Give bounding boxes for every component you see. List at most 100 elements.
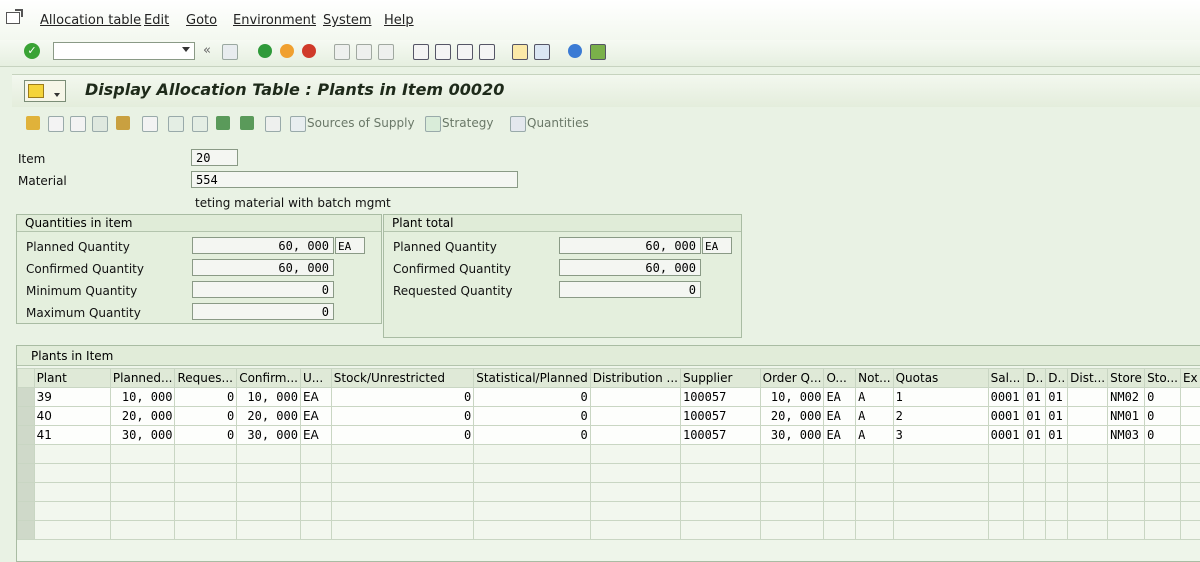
table-cell[interactable]: 10, 000: [237, 388, 301, 407]
table-row[interactable]: [18, 483, 1200, 502]
table-cell[interactable]: [1068, 445, 1108, 464]
table-cell[interactable]: [175, 521, 237, 540]
table-cell[interactable]: [1108, 521, 1145, 540]
table-cell[interactable]: 10, 000: [110, 388, 175, 407]
table-cell[interactable]: [590, 426, 680, 445]
column-header[interactable]: Stock/Unrestricted: [331, 369, 473, 388]
table-cell[interactable]: [893, 483, 988, 502]
row-selector[interactable]: [18, 445, 35, 464]
table-cell[interactable]: [760, 521, 824, 540]
table-cell[interactable]: [474, 464, 590, 483]
create-icon[interactable]: [48, 116, 64, 132]
table-cell[interactable]: [237, 502, 301, 521]
table-cell[interactable]: 01: [1024, 426, 1046, 445]
table-cell[interactable]: [824, 483, 856, 502]
chevron-down-icon[interactable]: [182, 47, 190, 52]
qi-confirmed-field[interactable]: 60, 000: [192, 259, 334, 276]
qi-planned-unit[interactable]: EA: [335, 237, 365, 254]
strategy-icon[interactable]: [425, 116, 441, 132]
column-header[interactable]: Store: [1108, 369, 1145, 388]
table-cell[interactable]: 0: [331, 426, 473, 445]
table-cell[interactable]: [34, 464, 110, 483]
table-cell[interactable]: 0: [1145, 426, 1181, 445]
table-cell[interactable]: [988, 464, 1024, 483]
command-field[interactable]: [53, 42, 195, 60]
table-cell[interactable]: [1024, 521, 1046, 540]
find-icon[interactable]: [356, 44, 372, 60]
cancel-icon[interactable]: [302, 44, 316, 58]
table-cell[interactable]: NM01: [1108, 407, 1145, 426]
pt-requested-field[interactable]: 0: [559, 281, 701, 298]
table-cell[interactable]: [331, 464, 473, 483]
table-cell[interactable]: [1145, 483, 1181, 502]
table-cell[interactable]: EA: [300, 388, 331, 407]
strategy-button[interactable]: Strategy: [442, 116, 493, 130]
table-cell[interactable]: 39: [34, 388, 110, 407]
column-header[interactable]: Order Q...: [760, 369, 824, 388]
table-cell[interactable]: [590, 464, 680, 483]
table-cell[interactable]: [988, 502, 1024, 521]
row-selector[interactable]: [18, 464, 35, 483]
item-field[interactable]: 20: [191, 149, 238, 166]
table-cell[interactable]: 0: [1145, 388, 1181, 407]
table-row[interactable]: [18, 464, 1200, 483]
row-selector[interactable]: [18, 407, 35, 426]
column-header[interactable]: O...: [824, 369, 856, 388]
first-page-icon[interactable]: [413, 44, 429, 60]
row-selector[interactable]: [18, 426, 35, 445]
column-header[interactable]: Statistical/Planned: [474, 369, 590, 388]
table-cell[interactable]: [474, 483, 590, 502]
back-icon[interactable]: [258, 44, 272, 58]
table-cell[interactable]: [1180, 445, 1200, 464]
table-cell[interactable]: [1046, 445, 1068, 464]
table-cell[interactable]: [1108, 445, 1145, 464]
table-cell[interactable]: [590, 502, 680, 521]
table-cell[interactable]: 2: [893, 407, 988, 426]
table-cell[interactable]: EA: [300, 407, 331, 426]
help-icon[interactable]: [568, 44, 582, 58]
table-cell[interactable]: [1108, 483, 1145, 502]
table-cell[interactable]: [680, 521, 760, 540]
table-cell[interactable]: [1068, 464, 1108, 483]
table-cell[interactable]: [1068, 407, 1108, 426]
binoculars-icon[interactable]: [290, 116, 306, 132]
table-cell[interactable]: 0: [331, 407, 473, 426]
table-cell[interactable]: 01: [1046, 426, 1068, 445]
column-header[interactable]: D..: [1046, 369, 1068, 388]
table-cell[interactable]: [331, 502, 473, 521]
shortcut-icon[interactable]: [534, 44, 550, 60]
table-cell[interactable]: 3: [893, 426, 988, 445]
table-cell[interactable]: 01: [1024, 407, 1046, 426]
table-cell[interactable]: [1108, 502, 1145, 521]
table-cell[interactable]: [893, 464, 988, 483]
table-row[interactable]: 3910, 000010, 000EA0010005710, 000EAA100…: [18, 388, 1200, 407]
detail-icon[interactable]: [92, 116, 108, 132]
table-cell[interactable]: A: [856, 388, 893, 407]
table-cell[interactable]: [824, 502, 856, 521]
table-cell[interactable]: [988, 521, 1024, 540]
find-next-icon[interactable]: [378, 44, 394, 60]
table-cell[interactable]: [1180, 464, 1200, 483]
table-cell[interactable]: [175, 483, 237, 502]
table-cell[interactable]: NM02: [1108, 388, 1145, 407]
column-header[interactable]: Supplier: [680, 369, 760, 388]
table-cell[interactable]: [34, 521, 110, 540]
table-cell[interactable]: [1068, 388, 1108, 407]
table-cell[interactable]: EA: [824, 426, 856, 445]
table-cell[interactable]: [680, 464, 760, 483]
table-cell[interactable]: [300, 483, 331, 502]
table-cell[interactable]: 0: [175, 407, 237, 426]
quantities-icon[interactable]: [510, 116, 526, 132]
table-cell[interactable]: 41: [34, 426, 110, 445]
table-row[interactable]: [18, 521, 1200, 540]
previous-page-icon[interactable]: [435, 44, 451, 60]
table-cell[interactable]: [300, 502, 331, 521]
menu-system[interactable]: System: [323, 13, 371, 28]
row-selector[interactable]: [18, 521, 35, 540]
table-cell[interactable]: [988, 445, 1024, 464]
table-cell[interactable]: EA: [824, 407, 856, 426]
table-cell[interactable]: [590, 407, 680, 426]
table-cell[interactable]: [856, 521, 893, 540]
table-cell[interactable]: [1180, 521, 1200, 540]
table-cell[interactable]: [1145, 521, 1181, 540]
